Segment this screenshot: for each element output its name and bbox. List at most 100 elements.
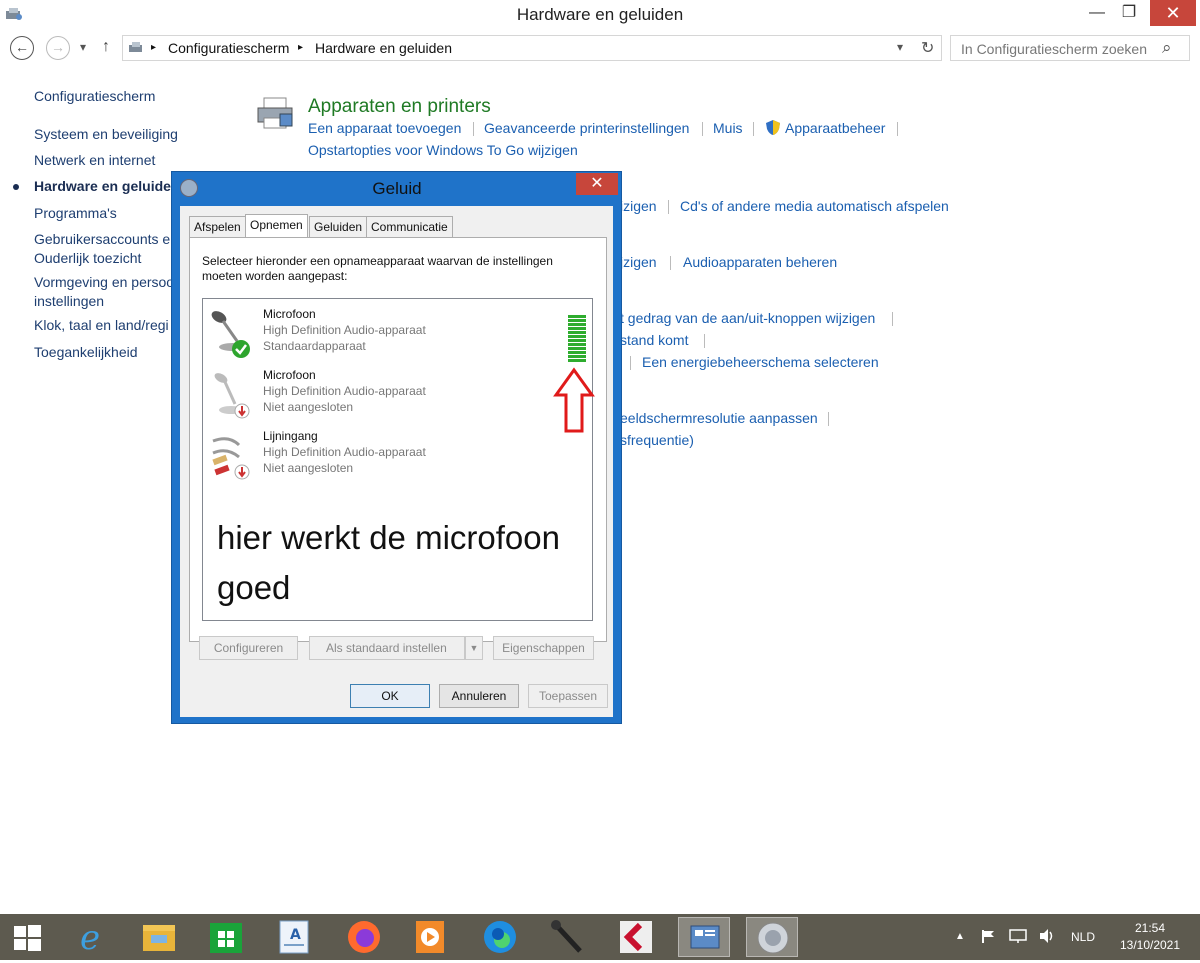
cancel-button[interactable]: Annuleren: [439, 684, 519, 708]
link-separator: [704, 334, 705, 348]
volume-icon[interactable]: [1038, 928, 1056, 944]
speaker-icon: [757, 922, 789, 954]
taskbar: e A ▲ NLD 21:54 13/10/2021: [0, 914, 1200, 960]
devices-printers-title[interactable]: Apparaten en printers: [308, 96, 491, 118]
taskbar-microphone-app[interactable]: [542, 917, 594, 957]
dialog-title: Geluid: [372, 179, 422, 198]
microphone-disconnected-icon: [214, 373, 250, 419]
annotation-text: hier werkt de microfoon goed: [217, 513, 560, 613]
level-meter-bar: [568, 339, 586, 342]
recording-tab-panel: Selecteer hieronder een opnameapparaat w…: [189, 237, 607, 642]
wordpad-icon: A: [279, 920, 309, 954]
tab-sounds[interactable]: Geluiden: [309, 216, 368, 237]
media-player-icon: [416, 921, 444, 953]
level-meter-bar: [568, 335, 586, 338]
taskbar-firefox[interactable]: [338, 917, 390, 957]
taskbar-store[interactable]: [200, 917, 252, 957]
set-default-button[interactable]: Als standaard instellen: [309, 636, 465, 660]
windows-to-go-link[interactable]: Opstartopties voor Windows To Go wijzige…: [308, 142, 578, 158]
store-icon: [210, 923, 242, 953]
show-hidden-icons-button[interactable]: ▲: [955, 931, 965, 942]
power-buttons-link[interactable]: t gedrag van de aan/uit-knoppen wijzigen: [620, 310, 875, 326]
device-status: Niet aangesloten: [263, 400, 354, 414]
set-default-dropdown[interactable]: ▼: [465, 636, 483, 660]
taskbar-ie[interactable]: e: [64, 917, 116, 958]
level-meter-bar: [568, 359, 586, 362]
link-separator: [473, 122, 474, 136]
apply-button[interactable]: Toepassen: [528, 684, 608, 708]
list-item[interactable]: Microfoon High Definition Audio-apparaat…: [209, 368, 589, 424]
annotation-line-2: goed: [217, 569, 291, 606]
line-in-icon: [212, 437, 250, 480]
internet-explorer-icon: e: [80, 918, 100, 958]
tab-playback[interactable]: Afspelen: [189, 216, 246, 237]
taskbar-cubase[interactable]: [610, 917, 662, 957]
flag-icon[interactable]: [980, 928, 996, 944]
properties-button[interactable]: Eigenschappen: [493, 636, 594, 660]
taskbar-media-player[interactable]: [404, 917, 456, 957]
level-meter-bar: [568, 323, 586, 326]
tab-communications[interactable]: Communicatie: [366, 216, 453, 237]
svg-text:e: e: [80, 918, 100, 957]
level-meter-bar: [568, 355, 586, 358]
microphone-icon: [551, 920, 582, 953]
svg-text:A: A: [290, 927, 301, 943]
microphone-default-icon: [211, 311, 250, 358]
link-separator: [892, 312, 893, 326]
recording-device-list[interactable]: Microfoon High Definition Audio-apparaat…: [202, 298, 595, 621]
autoplay-media-link[interactable]: Cd's of andere media automatisch afspele…: [680, 198, 949, 214]
device-name: Lijningang: [263, 429, 318, 443]
cubase-icon: [620, 921, 652, 953]
firefox-icon: [348, 921, 380, 953]
link-separator: [828, 412, 829, 426]
audio-devices-link[interactable]: Audioapparaten beheren: [683, 254, 837, 270]
start-windows-icon[interactable]: [12, 924, 42, 952]
device-name: Microfoon: [263, 368, 316, 382]
printer-settings-link[interactable]: Geavanceerde printerinstellingen: [484, 120, 689, 136]
sound-dialog: Geluid ✕ Afspelen Opnemen Geluiden Commu…: [171, 171, 622, 724]
tab-recording[interactable]: Opnemen: [245, 214, 308, 238]
autoplay-change-link[interactable]: izigen: [620, 198, 657, 214]
level-meter-bar: [568, 315, 586, 318]
sound-volume-link[interactable]: jzigen: [620, 254, 657, 270]
mouse-link[interactable]: Muis: [713, 120, 743, 136]
printer-icon: [257, 97, 293, 129]
list-item[interactable]: Lijningang High Definition Audio-apparaa…: [209, 429, 589, 485]
taskbar-explorer[interactable]: [133, 917, 185, 957]
folder-icon: [143, 925, 175, 951]
link-separator: [897, 122, 898, 136]
device-status: Niet aangesloten: [263, 461, 354, 475]
network-icon[interactable]: [1008, 928, 1028, 944]
clock[interactable]: 21:54 13/10/2021: [1108, 920, 1192, 954]
power-plan-link[interactable]: Een energiebeheerschema selecteren: [642, 354, 879, 370]
language-indicator[interactable]: NLD: [1071, 930, 1095, 944]
taskbar-control-panel[interactable]: [678, 917, 730, 957]
red-arrow-annotation: [553, 367, 595, 433]
list-item[interactable]: Microfoon High Definition Audio-apparaat…: [209, 307, 589, 363]
shield-icon: [766, 120, 780, 135]
device-driver: High Definition Audio-apparaat: [263, 384, 426, 398]
level-meter-bar: [568, 331, 586, 334]
refresh-rate-link[interactable]: sfrequentie): [620, 432, 694, 448]
level-meter-bar: [568, 343, 586, 346]
taskbar-wordpad[interactable]: A: [268, 917, 320, 957]
link-separator: [753, 122, 754, 136]
device-driver: High Definition Audio-apparaat: [263, 323, 426, 337]
level-meter-bar: [568, 327, 586, 330]
display-resolution-link[interactable]: eeldschermresolutie aanpassen: [620, 410, 818, 426]
taskbar-edge[interactable]: [474, 917, 526, 957]
link-separator: [670, 256, 671, 270]
taskbar-sound[interactable]: [746, 917, 798, 957]
edge-icon: [484, 921, 516, 953]
dialog-body: Afspelen Opnemen Geluiden Communicatie S…: [180, 206, 613, 717]
level-meter-bar: [568, 319, 586, 322]
configure-button[interactable]: Configureren: [199, 636, 298, 660]
add-device-link[interactable]: Een apparaat toevoegen: [308, 120, 461, 136]
link-separator: [630, 356, 631, 370]
clock-time: 21:54: [1134, 921, 1166, 935]
ok-button[interactable]: OK: [350, 684, 430, 708]
device-manager-link[interactable]: Apparaatbeheer: [785, 120, 885, 136]
sleep-link[interactable]: stand komt: [620, 332, 688, 348]
annotation-line-1: hier werkt de microfoon: [217, 519, 560, 556]
dialog-close-button[interactable]: ✕: [576, 173, 618, 195]
